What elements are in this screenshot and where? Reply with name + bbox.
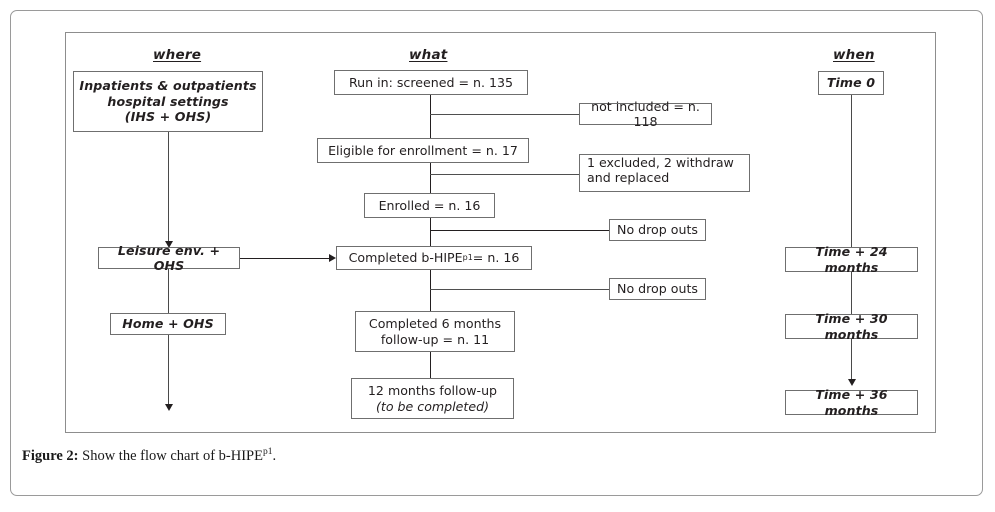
figure-caption-label: Figure 2: [22,448,79,464]
side-node-excluded-withdraw: 1 excluded, 2 withdraw and replaced [579,154,750,192]
figure-caption-text: Show the flow chart of b-HIPE [78,448,263,464]
what-node-followup-12m: 12 months follow-up (to be completed) [351,378,514,419]
branch-line-no-drop-outs-1 [430,230,609,231]
where-node-home: Home + OHS [110,313,226,335]
column-heading-when: when [833,47,875,63]
where-arrow-bottom [164,404,173,411]
what-node-completed-6m: Completed 6 months follow-up = n. 11 [355,311,515,352]
where-node-inpatients-line1: Inpatients & outpatients [79,78,257,94]
where-node-inpatients: Inpatients & outpatients hospital settin… [73,71,263,132]
what-trunk-4 [430,269,431,315]
branch-line-not-included [430,114,579,115]
side-node-not-included: not included = n. 118 [579,99,712,129]
what-node-followup-12m-line1: 12 months follow-up [367,383,498,399]
side-node-no-drop-outs-2: No drop outs [609,278,706,300]
column-heading-what: what [409,47,448,63]
when-trunk-2 [851,272,852,314]
what-node-eligible: Eligible for enrollment = n. 17 [317,138,529,163]
column-heading-where: where [153,47,202,63]
where-trunk-line-top [168,132,169,244]
figure-page: where what when Inpatients & outpatients… [0,0,995,512]
when-node-time-24: Time + 24 months [785,244,918,275]
what-node-completed-6m-line2: follow-up = n. 11 [380,331,490,347]
what-trunk-1 [430,95,431,141]
what-node-followup-12m-line2: (to be completed) [375,398,490,414]
figure-caption-end: . [272,448,277,464]
side-node-excluded-withdraw-line2: and replaced [587,170,670,186]
what-node-run-in: Run in: screened = n. 135 [334,70,528,95]
when-node-time-30: Time + 30 months [785,311,918,342]
when-node-time-0: Time 0 [818,71,884,95]
what-node-enrolled: Enrolled = n. 16 [364,193,495,218]
what-trunk-2 [430,163,431,196]
what-node-completed-bhipe: Completed b-HIPE p1 = n. 16 [336,246,532,270]
when-node-time-36: Time + 36 months [785,387,918,418]
what-node-completed-bhipe-pre: Completed b-HIPE [348,250,463,266]
side-node-no-drop-outs-1: No drop outs [609,219,706,241]
what-trunk-3 [430,218,431,247]
branch-line-excluded-withdraw [430,174,579,175]
when-arrow-to-36months [847,379,856,386]
where-node-leisure: Leisure env. + OHS [98,243,240,273]
where-node-inpatients-line3: (IHS + OHS) [124,109,212,125]
where-to-what-arrow [329,254,336,262]
figure-caption: Figure 2: Show the flow chart of b-HIPEp… [22,447,277,465]
where-node-inpatients-line2: hospital settings [107,93,229,109]
what-node-completed-bhipe-post: = n. 16 [472,250,520,266]
when-trunk-3 [851,339,852,383]
where-trunk-line-bottom [168,268,169,408]
branch-line-no-drop-outs-2 [430,289,609,290]
where-to-what-connector [240,258,332,259]
side-node-excluded-withdraw-line1: 1 excluded, 2 withdraw [587,155,734,170]
what-node-completed-6m-line1: Completed 6 months [368,316,502,332]
when-trunk-1 [851,95,852,247]
